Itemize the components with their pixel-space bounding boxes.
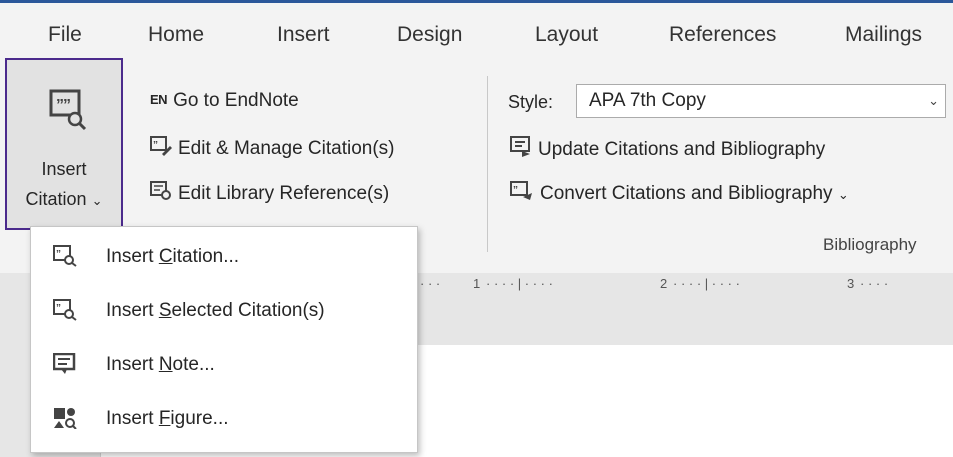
tab-insert[interactable]: Insert [277, 23, 330, 47]
tab-design[interactable]: Design [397, 23, 462, 47]
go-to-endnote-button[interactable]: EN Go to EndNote [150, 90, 299, 112]
edit-citation-icon: ” [150, 136, 172, 162]
tab-references[interactable]: References [669, 23, 776, 47]
group-separator [487, 76, 488, 252]
update-citations-button[interactable]: Update Citations and Bibliography [510, 136, 825, 164]
insert-citation-button[interactable]: ” ” Insert Citation ⌄ [5, 58, 123, 230]
tab-mailings[interactable]: Mailings [845, 23, 922, 47]
ruler-label: 3 [847, 276, 855, 291]
style-label: Style: [508, 92, 554, 112]
edit-manage-citations-button[interactable]: ” Edit & Manage Citation(s) [150, 136, 395, 162]
style-value: APA 7th Copy [589, 90, 706, 111]
convert-citations-button[interactable]: ” Convert Citations and Bibliography ⌄ [510, 181, 849, 207]
menu-item-label: Insert Note... [106, 354, 215, 375]
tab-home[interactable]: Home [148, 23, 204, 47]
insert-citation-label-1: Insert [41, 159, 87, 179]
svg-text:”: ” [513, 185, 518, 196]
menu-item-label: Insert Figure... [106, 408, 229, 429]
convert-citation-icon: ” [510, 181, 534, 207]
menu-item-insert-selected-citation[interactable]: ” Insert Selected Citation(s) [31, 287, 417, 337]
insert-citation-menu: ” Insert Citation... ” Insert Selected C… [30, 226, 418, 453]
tab-layout[interactable]: Layout [535, 23, 598, 47]
insert-figure-icon [53, 407, 77, 434]
chevron-down-icon: ⌄ [928, 93, 939, 108]
insert-citation-icon: ” [53, 245, 77, 272]
menu-item-insert-citation[interactable]: ” Insert Citation... [31, 233, 417, 283]
bibliography-group-label: Bibliography [823, 235, 917, 254]
update-bibliography-icon [510, 136, 532, 164]
endnote-icon: EN [150, 92, 168, 107]
edit-library-reference-button[interactable]: Edit Library Reference(s) [150, 181, 389, 207]
ruler-label: 2 [660, 276, 668, 291]
menu-item-label: Insert Selected Citation(s) [106, 300, 325, 321]
library-gear-icon [150, 181, 172, 207]
tab-file[interactable]: File [48, 23, 82, 47]
chevron-down-icon: ⌄ [837, 187, 849, 203]
svg-text:”: ” [56, 303, 61, 314]
menu-item-label: Insert Citation... [106, 246, 240, 267]
insert-citation-label-2: Citation ⌄ [25, 189, 103, 209]
style-dropdown[interactable]: APA 7th Copy ⌄ [576, 84, 946, 118]
ribbon-tab-bar: File Home Insert Design Layout Reference… [0, 3, 953, 58]
svg-text:”: ” [56, 249, 61, 260]
svg-text:”: ” [153, 140, 158, 151]
insert-note-icon [52, 352, 77, 380]
chevron-down-icon: ⌄ [91, 193, 103, 208]
svg-text:”: ” [63, 97, 71, 114]
menu-item-insert-figure[interactable]: Insert Figure... [31, 395, 417, 445]
insert-selected-citation-icon: ” [53, 299, 77, 326]
menu-item-insert-note[interactable]: Insert Note... [31, 341, 417, 391]
ruler-label: 1 [473, 276, 481, 291]
insert-citation-icon: ” ” [48, 88, 88, 137]
